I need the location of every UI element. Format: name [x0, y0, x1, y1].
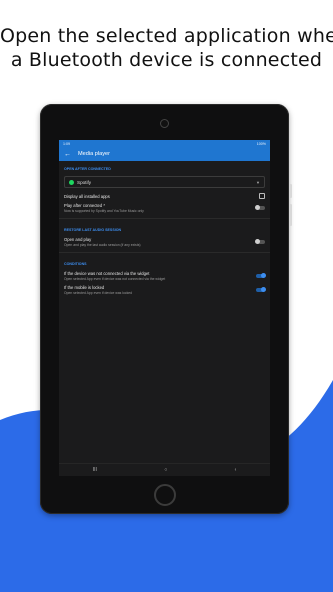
headline: Open the selected application when a Blu…: [0, 24, 333, 72]
camera-icon: [160, 119, 169, 128]
widget-toggle[interactable]: [256, 273, 266, 278]
option-locked-title: If the mobile is locked: [64, 285, 105, 290]
option-widget-subtitle: Open selected App even if device was not…: [64, 277, 166, 281]
headline-line-1: Open the selected application when: [0, 25, 333, 47]
option-not-connected-widget[interactable]: If the device was not connected via the …: [59, 269, 270, 283]
section-restore-audio: RESTORE LAST AUDIO SESSION: [64, 228, 122, 232]
option-open-and-play[interactable]: Open and play Open and play the last aud…: [59, 235, 270, 249]
app-bar: ← Media player: [59, 147, 270, 161]
app-bar-title: Media player: [78, 151, 111, 157]
app-select-dropdown[interactable]: Spotify ▼: [64, 176, 265, 188]
chevron-down-icon: ▼: [256, 179, 260, 185]
volume-button-2: [289, 204, 292, 226]
option-open-and-play-title: Open and play: [64, 237, 92, 242]
option-mobile-locked[interactable]: If the mobile is locked Open selected Ap…: [59, 283, 270, 297]
option-locked-subtitle: Open selected App even if device was loc…: [64, 291, 133, 295]
back-icon[interactable]: ‹: [235, 467, 237, 473]
display-all-checkbox[interactable]: [259, 193, 265, 199]
option-open-and-play-subtitle: Open and play the last audio session (if…: [64, 243, 141, 247]
locked-toggle[interactable]: [256, 287, 266, 292]
divider: [59, 218, 270, 219]
option-widget-title: If the device was not connected via the …: [64, 271, 150, 276]
dropdown-selected: Spotify: [77, 179, 92, 185]
tablet-device: 1:09 100% ← Media player OPEN AFTER CONN…: [40, 104, 292, 514]
recents-icon[interactable]: III: [93, 467, 97, 473]
option-display-all[interactable]: Display all installed apps: [59, 191, 270, 201]
navigation-bar: III ○ ‹: [59, 463, 270, 476]
status-battery: 100%: [256, 141, 266, 146]
play-after-toggle[interactable]: [255, 205, 265, 210]
arrow-back-icon[interactable]: ←: [64, 151, 78, 158]
option-play-after-title: Play after connected *: [64, 203, 105, 208]
status-time: 1:09: [63, 141, 70, 146]
home-icon[interactable]: ○: [164, 467, 167, 473]
section-open-after-connected: OPEN AFTER CONNECTED: [64, 167, 111, 171]
open-and-play-toggle[interactable]: [255, 239, 265, 244]
divider: [59, 252, 270, 253]
headline-line-2: a Bluetooth device is connected: [10, 49, 323, 71]
option-play-after-connected[interactable]: Play after connected * Now is supported …: [59, 201, 270, 215]
option-play-after-subtitle: Now is supported by Spotify and YouTube …: [64, 209, 144, 213]
device-screen: 1:09 100% ← Media player OPEN AFTER CONN…: [59, 140, 270, 476]
status-bar: 1:09 100%: [59, 140, 270, 147]
section-conditions: CONDITIONS: [64, 262, 87, 266]
volume-button: [289, 184, 292, 198]
spotify-icon: [69, 179, 74, 185]
option-display-all-title: Display all installed apps: [64, 193, 110, 199]
home-button[interactable]: [154, 484, 176, 506]
